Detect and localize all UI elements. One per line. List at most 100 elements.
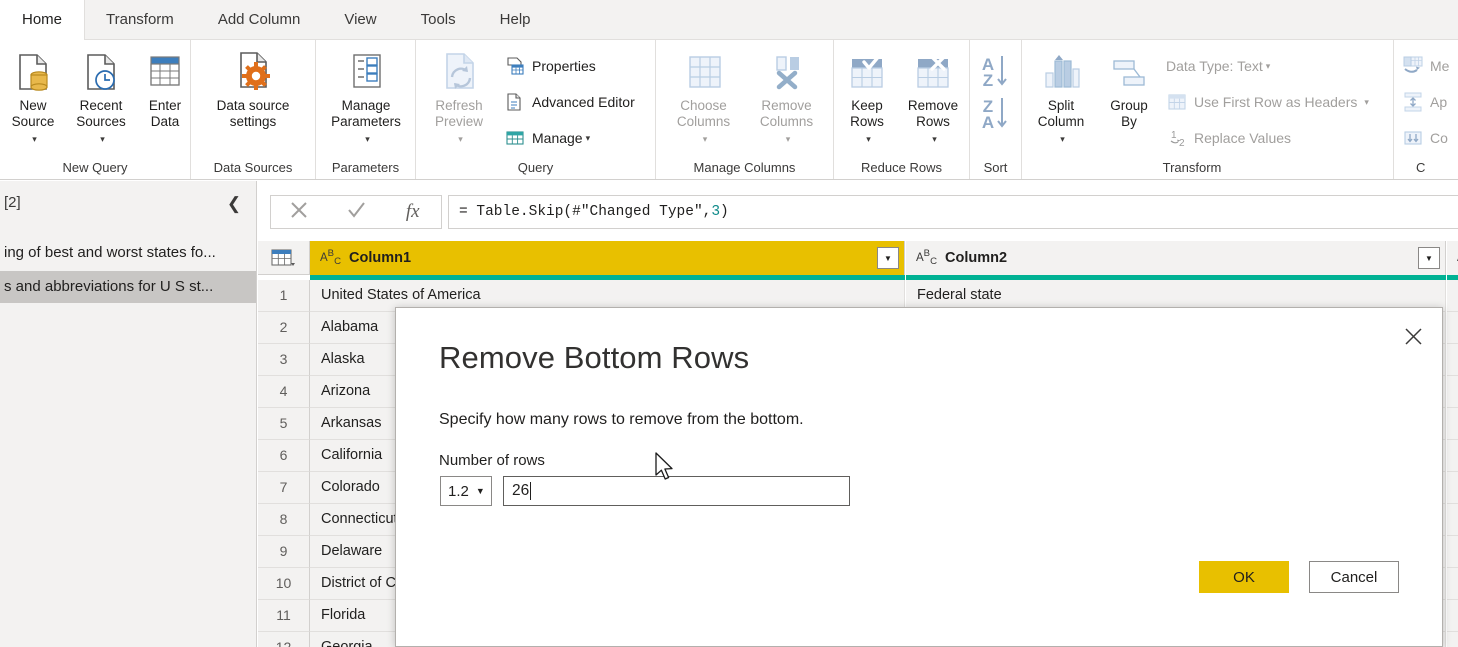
choose-columns-button[interactable]: Choose Columns ▾ bbox=[661, 46, 746, 147]
column-header-column3[interactable]: ABC Colu bbox=[1447, 241, 1458, 275]
tab-help[interactable]: Help bbox=[478, 0, 553, 40]
remove-bottom-rows-dialog: Remove Bottom Rows Specify how many rows… bbox=[395, 307, 1443, 647]
advanced-editor-button[interactable]: Advanced Editor bbox=[504, 88, 635, 116]
data-type-button[interactable]: Data Type: Text ▾ bbox=[1166, 52, 1270, 80]
properties-button[interactable]: Properties bbox=[504, 52, 596, 80]
table-cell[interactable] bbox=[1447, 568, 1458, 600]
data-type-selector[interactable]: 1.2 ▼ bbox=[440, 476, 492, 506]
row-number: 2 bbox=[258, 312, 310, 344]
chevron-down-icon[interactable]: ▾ bbox=[1266, 61, 1271, 72]
chevron-down-icon[interactable]: ▾ bbox=[100, 134, 105, 144]
table-cell[interactable] bbox=[1447, 536, 1458, 568]
ribbon-group-manage-columns: Choose Columns ▾ Remove Columns ▾ Manage… bbox=[656, 40, 834, 179]
refresh-preview-button[interactable]: Refresh Preview ▾ bbox=[419, 46, 499, 147]
cancel-button[interactable]: Cancel bbox=[1309, 561, 1399, 593]
remove-columns-button[interactable]: Remove Columns ▾ bbox=[744, 46, 829, 147]
queries-pane-title: [2] bbox=[4, 194, 21, 211]
cancel-formula-icon[interactable] bbox=[271, 199, 328, 226]
collapse-pane-icon[interactable]: ❮ bbox=[221, 191, 247, 217]
keep-rows-button[interactable]: Keep Rows ▾ bbox=[834, 46, 900, 147]
row-number: 3 bbox=[258, 344, 310, 376]
table-cell[interactable] bbox=[1447, 472, 1458, 504]
filter-dropdown-icon[interactable]: ▼ bbox=[877, 247, 899, 269]
chevron-down-icon[interactable]: ▾ bbox=[365, 134, 370, 144]
close-icon[interactable] bbox=[1393, 317, 1433, 355]
chevron-down-icon[interactable]: ▾ bbox=[786, 134, 791, 144]
ok-button[interactable]: OK bbox=[1199, 561, 1289, 593]
row-number: 10 bbox=[258, 568, 310, 600]
table-cell[interactable] bbox=[1447, 504, 1458, 536]
data-source-settings-button[interactable]: Data source settings bbox=[202, 46, 304, 129]
column-header-column2[interactable]: ABC Column2 ▼ bbox=[906, 241, 1446, 275]
advanced-editor-label: Advanced Editor bbox=[532, 94, 635, 110]
merge-queries-label: Me bbox=[1430, 58, 1450, 74]
replace-values-button[interactable]: 1 2 Replace Values bbox=[1166, 124, 1291, 152]
table-cell[interactable] bbox=[1447, 408, 1458, 440]
tab-tools[interactable]: Tools bbox=[399, 0, 478, 40]
table-cell[interactable]: USUSA8 bbox=[1447, 280, 1458, 312]
table-cell[interactable]: US-GA bbox=[1447, 632, 1458, 647]
combine-files-button[interactable]: Co bbox=[1402, 124, 1448, 152]
row-number: 11 bbox=[258, 600, 310, 632]
ribbon-group-label-data-sources: Data Sources bbox=[213, 160, 293, 175]
ribbon-group-sort: A Z Z A Sort bbox=[970, 40, 1022, 179]
ribbon-tab-strip: Home Transform Add Column View Tools Hel… bbox=[0, 0, 1458, 40]
grid-header-row: ABC Column1 ▼ ABC Column2 ▼ ABC Colu bbox=[258, 241, 1458, 280]
ribbon-group-label-transform: Transform bbox=[1162, 160, 1222, 175]
data-source-settings-icon bbox=[202, 46, 304, 98]
query-list-item-1[interactable]: ing of best and worst states fo... bbox=[0, 237, 256, 269]
table-cell[interactable] bbox=[1447, 600, 1458, 632]
chevron-down-icon[interactable]: ▾ bbox=[458, 134, 463, 144]
ribbon-group-combine: Me Ap Co C bbox=[1394, 40, 1458, 179]
column-header-column1[interactable]: ABC Column1 ▼ bbox=[310, 241, 905, 275]
formula-bar-buttons: fx bbox=[270, 195, 442, 229]
chevron-down-icon[interactable]: ▾ bbox=[932, 134, 937, 144]
tab-home[interactable]: Home bbox=[0, 0, 85, 40]
group-by-button[interactable]: Group By bbox=[1094, 46, 1164, 129]
choose-columns-icon bbox=[661, 46, 746, 98]
remove-columns-icon bbox=[744, 46, 829, 98]
use-first-row-as-headers-icon bbox=[1166, 91, 1188, 113]
tab-add-column[interactable]: Add Column bbox=[196, 0, 323, 40]
refresh-preview-icon bbox=[419, 46, 499, 98]
filter-dropdown-icon[interactable]: ▼ bbox=[1418, 247, 1440, 269]
chevron-down-icon: ▼ bbox=[475, 486, 485, 496]
split-column-button[interactable]: Split Column ▾ bbox=[1022, 46, 1100, 147]
number-of-rows-value: 26 bbox=[512, 482, 530, 499]
append-queries-button[interactable]: Ap bbox=[1402, 88, 1447, 116]
table-cell[interactable] bbox=[1447, 376, 1458, 408]
manage-parameters-button[interactable]: Manage Parameters ▾ bbox=[320, 46, 412, 147]
table-cell[interactable] bbox=[1447, 344, 1458, 376]
tab-transform[interactable]: Transform bbox=[84, 0, 196, 40]
manage-button[interactable]: Manage ▾ bbox=[504, 124, 590, 152]
chevron-down-icon[interactable]: ▾ bbox=[1364, 97, 1369, 108]
formula-number-literal: 3 bbox=[711, 204, 721, 220]
keep-rows-icon bbox=[834, 46, 900, 98]
combine-files-label: Co bbox=[1430, 130, 1448, 146]
fx-icon[interactable]: fx bbox=[384, 201, 441, 223]
chevron-down-icon[interactable]: ▾ bbox=[32, 134, 37, 144]
remove-columns-label: Remove Columns bbox=[759, 98, 814, 129]
chevron-down-icon[interactable]: ▾ bbox=[703, 134, 708, 144]
svg-text:Z: Z bbox=[983, 71, 993, 90]
table-cell[interactable] bbox=[1447, 440, 1458, 472]
chevron-down-icon[interactable]: ▾ bbox=[866, 134, 871, 144]
chevron-down-icon[interactable]: ▾ bbox=[586, 133, 591, 144]
accept-formula-icon[interactable] bbox=[328, 199, 385, 226]
query-list-item-2[interactable]: s and abbreviations for U S st... bbox=[0, 271, 256, 303]
number-of-rows-input[interactable]: 26 bbox=[503, 476, 850, 506]
ribbon-group-label-parameters: Parameters bbox=[331, 160, 400, 175]
use-first-row-as-headers-button[interactable]: Use First Row as Headers ▾ bbox=[1166, 88, 1369, 116]
formula-input[interactable]: = Table.Skip(#"Changed Type", 3) bbox=[448, 195, 1458, 229]
properties-icon bbox=[504, 55, 526, 77]
queries-pane-header: [2] ❮ bbox=[0, 181, 256, 227]
table-cell[interactable] bbox=[1447, 312, 1458, 344]
select-all-table-icon[interactable] bbox=[258, 241, 310, 275]
manage-parameters-icon bbox=[320, 46, 412, 98]
tab-view[interactable]: View bbox=[322, 0, 398, 40]
chevron-down-icon[interactable]: ▾ bbox=[1060, 134, 1065, 144]
ribbon-group-label-manage-columns: Manage Columns bbox=[693, 160, 796, 175]
merge-queries-button[interactable]: Me bbox=[1402, 52, 1449, 80]
ribbon-group-data-sources: Data source settings Data Sources bbox=[191, 40, 316, 179]
properties-label: Properties bbox=[532, 58, 596, 74]
